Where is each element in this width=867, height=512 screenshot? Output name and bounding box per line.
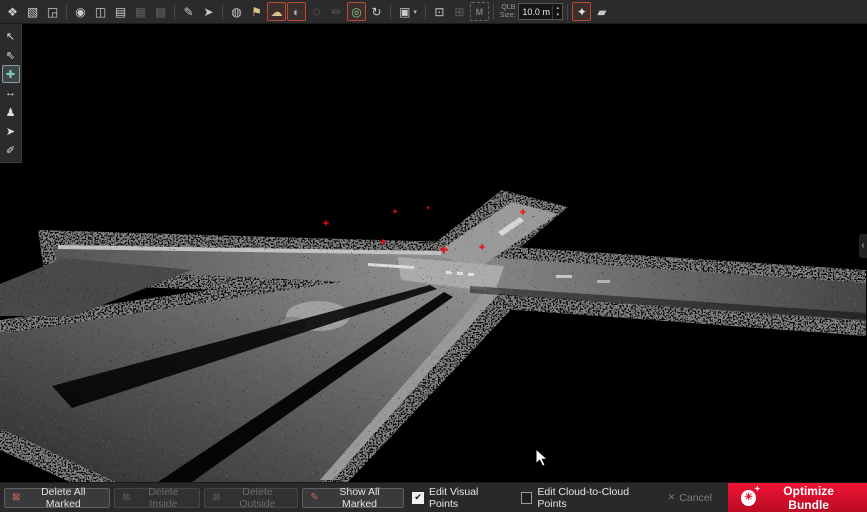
toolbar-separator <box>66 4 67 20</box>
star-polygon-icon: ✩ <box>307 2 326 21</box>
delete-inside-button-label: Delete Inside <box>135 486 193 510</box>
qlb-label-line2: Size: <box>500 12 516 20</box>
cancel-x-icon: ✕ <box>668 492 676 503</box>
optimize-asterisk-icon: ✳ <box>744 493 752 503</box>
show-all-marked-button-label: Show All Marked <box>323 486 397 510</box>
delete-all-marked-button[interactable]: ⊠ Delete All Marked <box>4 488 110 508</box>
pin-rotate-icon[interactable]: ↻ <box>367 2 386 21</box>
control-point-marker[interactable]: + <box>426 206 430 212</box>
delete-inside-button: ⊠ Delete Inside <box>114 488 200 508</box>
image-view-alt-icon: ▦ <box>131 2 150 21</box>
eraser-icon[interactable]: ▰ <box>592 2 611 21</box>
delete-outside-icon: ⊠ <box>212 493 220 503</box>
control-point-marker[interactable]: + <box>479 243 485 253</box>
optimize-sparkle-icon: ✦ <box>754 486 760 493</box>
measure-draw-icon[interactable]: ✎ <box>179 2 198 21</box>
viewport[interactable]: ‹ + + + + + + + <box>0 24 867 482</box>
cube-view-icon[interactable]: ⊡ <box>430 2 449 21</box>
dropdown-caret-icon: ▾ <box>413 8 417 16</box>
toolbar-right-zone: ✦▰ <box>572 2 611 21</box>
left-toolbar: ↖⇖✚↔♟➤✐ <box>0 24 22 163</box>
image-view-icon[interactable]: ▤ <box>111 2 130 21</box>
panel-expand-handle[interactable]: ‹ <box>859 234 867 258</box>
edit-visual-points-checkbox-label: Edit Visual Points <box>429 486 507 510</box>
area-select-icon[interactable]: ▧ <box>23 2 42 21</box>
control-point-marker[interactable]: + <box>393 208 398 216</box>
edit-visual-points-checkbox[interactable]: ✔ <box>412 492 424 504</box>
pen-icon: ✏ <box>327 2 346 21</box>
qlb-label-line1: QLB <box>500 4 516 12</box>
cube-section-icon: ⊞ <box>450 2 469 21</box>
toolbar-left-zone: ❖▧◲ ◉◫▤▦▩ ✎➤ ◍⚑☁◐✩✏◎↻ ▣▾ ⊡⊞M <box>3 2 489 21</box>
control-point-marker[interactable]: + <box>440 243 448 257</box>
toolbar-separator <box>174 4 175 20</box>
show-marked-icon: ✎ <box>310 493 318 503</box>
mouse-cursor <box>535 448 549 468</box>
zoom-window-icon[interactable]: ◲ <box>43 2 62 21</box>
optimize-bundle-icon: ✳ ✦ <box>741 490 756 506</box>
edit-cloud-to-cloud-checkbox-label: Edit Cloud-to-Cloud Points <box>537 486 655 510</box>
delete-marked-icon: ⊠ <box>12 493 20 503</box>
control-point-marker[interactable]: + <box>520 208 526 218</box>
globe-icon[interactable]: ◐ <box>287 2 306 21</box>
map-view-icon: ▩ <box>151 2 170 21</box>
optimize-bundle-button[interactable]: ✳ ✦ Optimize Bundle <box>728 483 867 512</box>
bottom-buttons: ⊠ Delete All Marked ⊠ Delete Inside ⊠ Delete … <box>4 488 404 508</box>
qlb-size-input[interactable] <box>519 7 552 17</box>
cancel-button: ✕ Cancel <box>668 492 712 504</box>
pick-object-icon[interactable]: ❖ <box>3 2 22 21</box>
split-view-icon[interactable]: ◫ <box>91 2 110 21</box>
checkbox-zone: ✔ Edit Visual Points Edit Cloud-to-Cloud P… <box>412 486 655 510</box>
edit-visual-points-checkbox-wrap[interactable]: ✔ Edit Visual Points <box>412 486 506 510</box>
smart-select-cursor-icon[interactable]: ⇖ <box>2 46 20 64</box>
delete-all-marked-button-label: Delete All Marked <box>24 486 102 510</box>
move-point-tool-icon[interactable]: ✚ <box>2 65 20 83</box>
cursor-select-icon[interactable]: ➤ <box>199 2 218 21</box>
edit-cloud-to-cloud-checkbox[interactable] <box>521 492 533 504</box>
qlb-size-group: QLB Size: ▴ ▾ <box>498 3 564 20</box>
toolbar-separator <box>567 4 568 20</box>
edit-cloud-to-cloud-checkbox-wrap[interactable]: Edit Cloud-to-Cloud Points <box>521 486 656 510</box>
flag-target-icon[interactable]: ⚑ <box>247 2 266 21</box>
toolbar-separator <box>425 4 426 20</box>
top-toolbar: ❖▧◲ ◉◫▤▦▩ ✎➤ ◍⚑☁◐✩✏◎↻ ▣▾ ⊡⊞M QLB Size: ▴ ▾ ✦▰ <box>0 0 867 24</box>
delete-outside-button-label: Delete Outside <box>225 486 291 510</box>
spinner-down-icon[interactable]: ▾ <box>553 12 562 19</box>
marker-mode-dropdown[interactable]: ▣▾ <box>395 2 421 21</box>
control-point-marker[interactable]: + <box>380 238 386 248</box>
location-pin-icon[interactable]: ◎ <box>347 2 366 21</box>
qlb-size-label: QLB Size: <box>500 4 516 19</box>
control-point-marker[interactable]: + <box>323 219 329 229</box>
model-marker-icon: M <box>470 2 489 21</box>
sphere-target-icon[interactable]: ◍ <box>227 2 246 21</box>
spinner-up-icon[interactable]: ▴ <box>553 5 562 12</box>
select-cursor-icon[interactable]: ↖ <box>2 27 20 45</box>
delete-outside-button: ⊠ Delete Outside <box>204 488 298 508</box>
delete-inside-icon: ⊠ <box>122 493 130 503</box>
brush-paint-icon[interactable]: ✐ <box>2 141 20 159</box>
qlb-size-field: ▴ ▾ <box>518 3 563 20</box>
brush-select-icon[interactable]: ✦ <box>572 2 591 21</box>
show-all-marked-button[interactable]: ✎ Show All Marked <box>302 488 404 508</box>
toolbar-separator <box>390 4 391 20</box>
qlb-spinner[interactable]: ▴ ▾ <box>552 5 562 19</box>
toolbar-separator <box>222 4 223 20</box>
fly-mode-icon[interactable]: ➤ <box>2 122 20 140</box>
distance-measure-icon[interactable]: ↔ <box>2 84 20 102</box>
optimize-bundle-label: Optimize Bundle <box>763 484 854 512</box>
toolbar-separator <box>493 4 494 20</box>
camera-icon[interactable]: ◉ <box>71 2 90 21</box>
bottom-bar: ⊠ Delete All Marked ⊠ Delete Inside ⊠ Delete … <box>0 482 867 512</box>
point-cloud-icon[interactable]: ☁ <box>267 2 286 21</box>
walkthrough-icon[interactable]: ♟ <box>2 103 20 121</box>
point-cloud-render <box>0 24 867 482</box>
cancel-label: Cancel <box>679 492 712 504</box>
